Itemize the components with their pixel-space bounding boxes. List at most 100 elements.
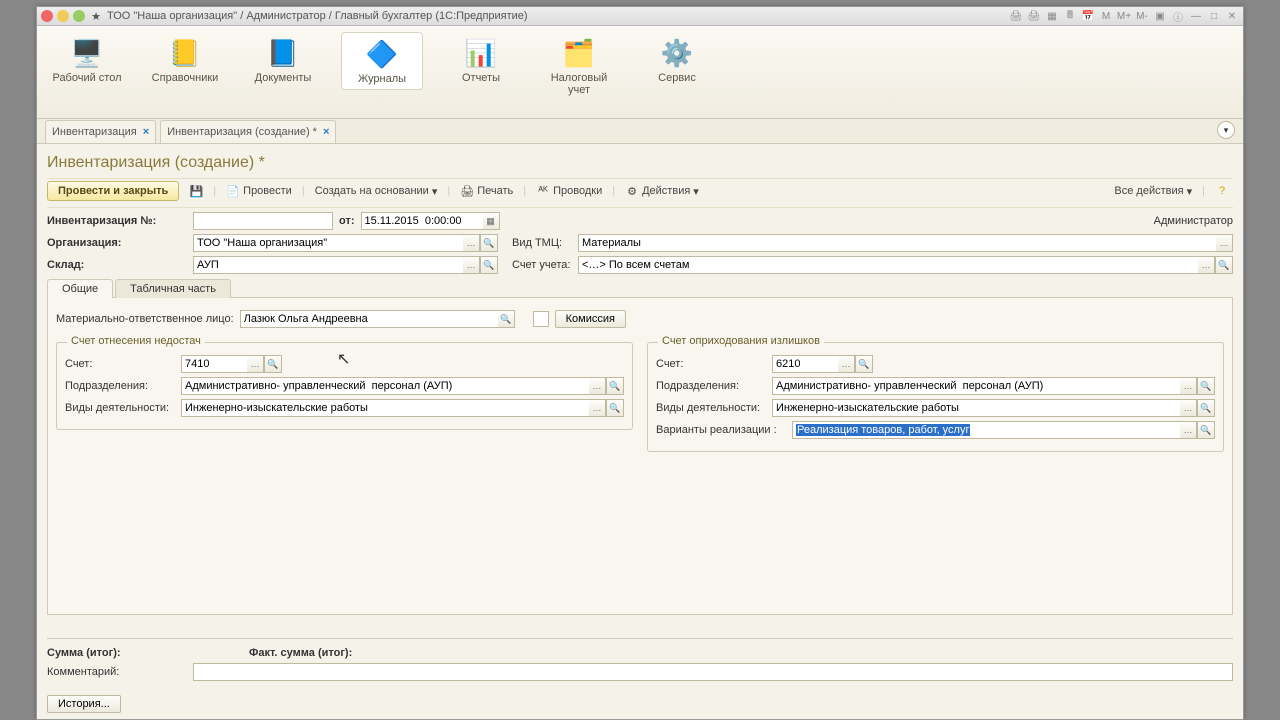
r-dep-input[interactable] — [772, 377, 1180, 395]
all-actions-button[interactable]: Все действия ▾ — [1110, 183, 1196, 200]
nav-reports[interactable]: 📊Отчеты — [441, 32, 521, 88]
r-act-input[interactable] — [772, 399, 1180, 417]
comment-input[interactable] — [193, 663, 1233, 681]
number-label: Инвентаризация №: — [47, 215, 187, 227]
mminus-icon[interactable]: M- — [1135, 9, 1149, 23]
help-icon[interactable]: ⓘ — [1171, 9, 1185, 23]
printer-icon: 🖨 — [460, 184, 474, 198]
search-icon[interactable]: 🔍 — [480, 234, 498, 252]
select-icon[interactable]: … — [838, 355, 855, 373]
select-icon[interactable]: … — [463, 234, 480, 252]
subtab-general[interactable]: Общие — [47, 279, 113, 298]
r-var-input[interactable]: Реализация товаров, работ, услуг — [792, 421, 1180, 439]
select-icon[interactable]: … — [589, 399, 606, 417]
tab-close-icon[interactable]: × — [323, 126, 329, 138]
search-icon[interactable]: 🔍 — [606, 399, 624, 417]
actions-button[interactable]: ⚙Действия ▾ — [621, 182, 703, 200]
select-icon[interactable]: … — [1198, 256, 1215, 274]
win-close-icon[interactable] — [41, 10, 53, 22]
close-icon[interactable]: ✕ — [1225, 9, 1239, 23]
entries-button[interactable]: ᴬᴷПроводки — [532, 182, 606, 200]
windows-icon[interactable]: ▣ — [1153, 9, 1167, 23]
nav-desktop[interactable]: 🖥️Рабочий стол — [47, 32, 127, 88]
warehouse-input[interactable] — [193, 256, 463, 274]
nav-documents[interactable]: 📘Документы — [243, 32, 323, 88]
print-button[interactable]: 🖨Печать — [456, 182, 517, 200]
print2-icon[interactable]: 🖨 — [1027, 9, 1041, 23]
maximize-icon[interactable]: □ — [1207, 9, 1221, 23]
gear-icon: ⚙️ — [656, 36, 698, 70]
l-acc-label: Счет: — [65, 358, 175, 370]
nav-tax[interactable]: 🗂️Налоговый учет — [539, 32, 619, 100]
org-input[interactable] — [193, 234, 463, 252]
grid-icon[interactable]: ▦ — [1045, 9, 1059, 23]
mol-input[interactable] — [240, 310, 498, 328]
account-label: Счет учета: — [512, 259, 572, 271]
minimize-icon[interactable]: — — [1189, 9, 1203, 23]
date-input[interactable] — [361, 212, 483, 230]
fact-sum-label: Факт. сумма (итог): — [249, 647, 352, 659]
save-button[interactable]: 💾 — [185, 182, 207, 200]
diamond-icon: 🔷 — [361, 37, 403, 71]
select-icon[interactable]: … — [247, 355, 264, 373]
print-icon[interactable]: 🖨 — [1009, 9, 1023, 23]
history-button[interactable]: История... — [47, 695, 121, 713]
calendar-icon[interactable]: ▦ — [483, 212, 500, 230]
mplus-icon[interactable]: M+ — [1117, 9, 1131, 23]
tab-close-icon[interactable]: × — [143, 126, 149, 138]
post-icon: 📄 — [226, 184, 240, 198]
question-icon: ? — [1215, 184, 1229, 198]
win-min-icon[interactable] — [57, 10, 69, 22]
select-icon[interactable]: … — [1216, 234, 1233, 252]
titlebar: ★ ТОО "Наша организация" / Администратор… — [37, 7, 1243, 26]
search-icon[interactable]: 🔍 — [498, 310, 515, 328]
select-icon[interactable]: … — [1180, 399, 1197, 417]
number-input[interactable] — [193, 212, 333, 230]
l-dep-input[interactable] — [181, 377, 589, 395]
nav-journals[interactable]: 🔷Журналы — [341, 32, 423, 90]
l-act-label: Виды деятельности: — [65, 402, 175, 414]
nav-references[interactable]: 📒Справочники — [145, 32, 225, 88]
search-icon[interactable]: 🔍 — [264, 355, 282, 373]
r-dep-label: Подразделения: — [656, 380, 766, 392]
actions-icon: ⚙ — [625, 184, 639, 198]
win-max-icon[interactable] — [73, 10, 85, 22]
create-based-button[interactable]: Создать на основании ▾ — [311, 183, 442, 200]
cal-icon[interactable]: 📅 — [1081, 9, 1095, 23]
subtab-table[interactable]: Табличная часть — [115, 279, 231, 298]
search-icon[interactable]: 🔍 — [1197, 399, 1215, 417]
l-act-input[interactable] — [181, 399, 589, 417]
account-input[interactable] — [578, 256, 1198, 274]
select-icon[interactable]: … — [463, 256, 480, 274]
navbar: 🖥️Рабочий стол 📒Справочники 📘Документы 🔷… — [37, 26, 1243, 119]
nav-service[interactable]: ⚙️Сервис — [637, 32, 717, 88]
search-icon[interactable]: 🔍 — [1215, 256, 1233, 274]
post-and-close-button[interactable]: Провести и закрыть — [47, 181, 179, 201]
commission-button[interactable]: Комиссия — [555, 310, 626, 328]
calc-icon[interactable]: 🖩 — [1063, 9, 1077, 23]
surplus-legend: Счет оприходования излишков — [658, 335, 824, 347]
search-icon[interactable]: 🔍 — [480, 256, 498, 274]
help-button[interactable]: ? — [1211, 182, 1233, 200]
window-title: ТОО "Наша организация" / Администратор /… — [107, 10, 528, 22]
l-acc-input[interactable] — [181, 355, 247, 373]
r-acc-input[interactable] — [772, 355, 838, 373]
shortage-fieldset: Счет отнесения недостач Счет:…🔍 Подразде… — [56, 342, 633, 430]
search-icon[interactable]: 🔍 — [1197, 377, 1215, 395]
select-icon[interactable]: … — [589, 377, 606, 395]
search-icon[interactable]: 🔍 — [606, 377, 624, 395]
search-icon[interactable]: 🔍 — [1197, 421, 1215, 439]
star-icon[interactable]: ★ — [89, 9, 103, 23]
tab-inventory-list[interactable]: Инвентаризация× — [45, 120, 156, 143]
post-button[interactable]: 📄Провести — [222, 182, 296, 200]
tabs-menu-icon[interactable]: ▾ — [1217, 121, 1235, 139]
toolbar: Провести и закрыть 💾 | 📄Провести | Созда… — [47, 178, 1233, 208]
select-icon[interactable]: … — [1180, 377, 1197, 395]
search-icon[interactable]: 🔍 — [855, 355, 873, 373]
m-icon[interactable]: M — [1099, 9, 1113, 23]
select-icon[interactable]: … — [1180, 421, 1197, 439]
l-dep-label: Подразделения: — [65, 380, 175, 392]
tmc-input[interactable] — [578, 234, 1216, 252]
commission-checkbox[interactable] — [533, 311, 549, 327]
tab-inventory-create[interactable]: Инвентаризация (создание) *× — [160, 120, 336, 143]
